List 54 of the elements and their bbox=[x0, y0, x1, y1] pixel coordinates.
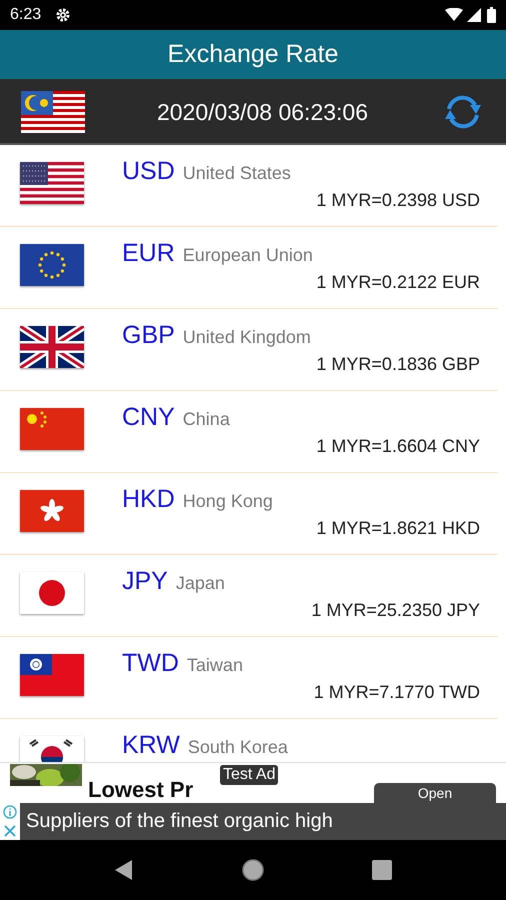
exchange-rate: 1 MYR=0.1836 GBP bbox=[315, 354, 480, 375]
flag-icon bbox=[20, 408, 84, 450]
flag-icon bbox=[20, 244, 84, 286]
currency-row[interactable]: JPY Japan 1 MYR=25.2350 JPY bbox=[0, 555, 498, 637]
recents-icon[interactable] bbox=[372, 860, 392, 880]
exchange-rate: 1 MYR=0.2122 EUR bbox=[315, 272, 480, 293]
currency-row[interactable]: GBP United Kingdom 1 MYR=0.1836 GBP bbox=[0, 309, 498, 391]
country-name: China bbox=[182, 409, 230, 430]
country-name: Taiwan bbox=[186, 655, 243, 676]
currency-code: CNY bbox=[122, 403, 175, 432]
exchange-rate: 1 MYR=7.1770 TWD bbox=[312, 682, 480, 703]
flag-icon bbox=[20, 572, 84, 614]
country-name: European Union bbox=[182, 245, 313, 266]
wifi-icon bbox=[445, 8, 463, 22]
ad-headline: Lowest Pr bbox=[88, 777, 194, 803]
flag-icon bbox=[21, 91, 85, 133]
close-icon[interactable] bbox=[3, 824, 17, 838]
ad-text: Suppliers of the finest organic high bbox=[26, 810, 333, 833]
country-name: South Korea bbox=[188, 737, 288, 758]
currency-code: TWD bbox=[122, 649, 179, 678]
currency-row[interactable]: USD United States 1 MYR=0.2398 USD bbox=[0, 145, 498, 227]
country-name: United Kingdom bbox=[182, 327, 311, 348]
flag-icon bbox=[20, 654, 84, 696]
open-button[interactable]: Open bbox=[374, 783, 496, 803]
ad-label: Test Ad bbox=[220, 765, 278, 785]
app-title: Exchange Rate bbox=[168, 40, 338, 69]
currency-code: KRW bbox=[122, 731, 180, 760]
currency-row[interactable]: TWD Taiwan 1 MYR=7.1770 TWD bbox=[0, 637, 498, 719]
currency-code: EUR bbox=[122, 239, 175, 268]
currency-row[interactable]: CNY China 1 MYR=1.6604 CNY bbox=[0, 391, 498, 473]
home-icon[interactable] bbox=[240, 858, 265, 882]
settings-icon bbox=[55, 7, 72, 23]
clock-time: 6:23 bbox=[10, 6, 42, 24]
battery-icon bbox=[487, 7, 496, 23]
country-name: United States bbox=[182, 163, 291, 184]
currency-row[interactable]: EUR European Union 1 MYR=0.2122 EUR bbox=[0, 227, 498, 309]
currency-code: JPY bbox=[122, 567, 168, 596]
exchange-rate: 1 MYR=25.2350 JPY bbox=[310, 600, 480, 621]
flag-icon bbox=[20, 490, 84, 532]
currency-code: GBP bbox=[122, 321, 175, 350]
flag-icon bbox=[20, 326, 84, 368]
flag-icon bbox=[20, 162, 84, 204]
exchange-rate: 1 MYR=1.6604 CNY bbox=[315, 436, 480, 457]
exchange-rate: 1 MYR=1.8621 HKD bbox=[315, 518, 480, 539]
currency-code: USD bbox=[122, 157, 175, 186]
signal-icon bbox=[467, 8, 481, 22]
country-name: Hong Kong bbox=[182, 491, 273, 512]
currency-code: HKD bbox=[122, 485, 175, 514]
back-icon[interactable] bbox=[114, 859, 134, 881]
info-icon bbox=[3, 805, 17, 820]
timestamp: 2020/03/08 06:23:06 bbox=[156, 98, 370, 126]
exchange-rate: 1 MYR=0.2398 USD bbox=[315, 190, 480, 211]
country-name: Japan bbox=[176, 573, 225, 594]
currency-row[interactable]: HKD Hong Kong 1 MYR=1.8621 HKD bbox=[0, 473, 498, 555]
